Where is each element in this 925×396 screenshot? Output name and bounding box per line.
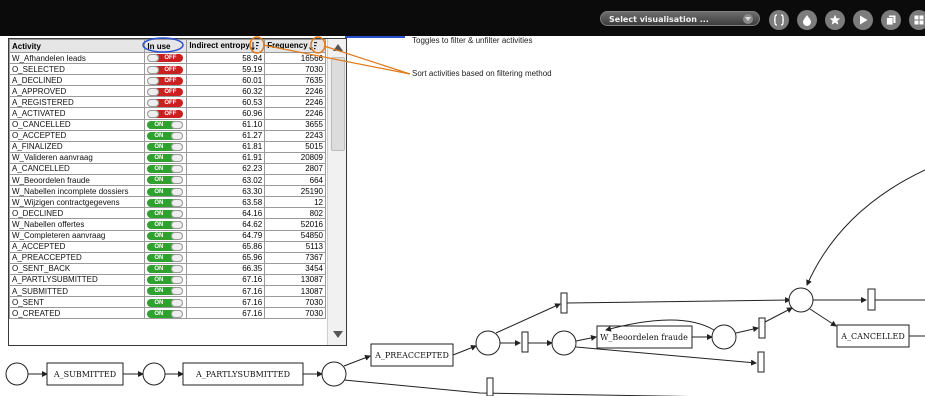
arc bbox=[452, 345, 477, 356]
arc bbox=[764, 307, 793, 323]
silent-transition[interactable] bbox=[867, 288, 876, 311]
place-node[interactable] bbox=[475, 330, 501, 356]
arc bbox=[575, 346, 757, 366]
arc bbox=[575, 335, 597, 342]
silent-transition[interactable] bbox=[521, 331, 529, 353]
diagram-label-a-cancelled: A_CANCELLED bbox=[840, 332, 905, 341]
frequency-sort-highlight-ring bbox=[310, 36, 326, 54]
silent-transition[interactable] bbox=[758, 317, 766, 339]
place-node[interactable] bbox=[551, 330, 577, 356]
silent-transition[interactable] bbox=[757, 351, 765, 373]
silent-transition[interactable] bbox=[560, 292, 568, 314]
diagram-label-w-beoordelen-fraude: W_Beoordelen fraude bbox=[600, 333, 688, 342]
diagram-label-a-submitted: A_SUBMITTED bbox=[53, 370, 116, 379]
place-node[interactable] bbox=[321, 361, 347, 387]
arc bbox=[495, 303, 561, 334]
arc bbox=[809, 308, 837, 327]
arc bbox=[806, 169, 925, 286]
in-use-highlight-ring bbox=[142, 37, 184, 53]
place-node[interactable] bbox=[5, 362, 29, 386]
diagram-label-a-partlysubmitted: A_PARTLYSUBMITTED bbox=[195, 370, 290, 379]
process-model-canvas: A_SUBMITTED A_PARTLYSUBMITTED A_PREACCEP… bbox=[5, 36, 925, 396]
arc bbox=[343, 354, 371, 367]
silent-transition[interactable] bbox=[486, 377, 494, 396]
place-node[interactable] bbox=[142, 362, 166, 386]
diagram-label-a-preaccepted: A_PREACCEPTED bbox=[374, 351, 449, 360]
arc bbox=[735, 326, 759, 334]
arc bbox=[566, 297, 791, 304]
place-node[interactable] bbox=[788, 287, 814, 313]
sort-annotation-line bbox=[262, 44, 411, 75]
arc bbox=[343, 379, 691, 396]
entropy-sort-highlight-ring bbox=[249, 36, 265, 54]
place-node[interactable] bbox=[711, 324, 737, 350]
